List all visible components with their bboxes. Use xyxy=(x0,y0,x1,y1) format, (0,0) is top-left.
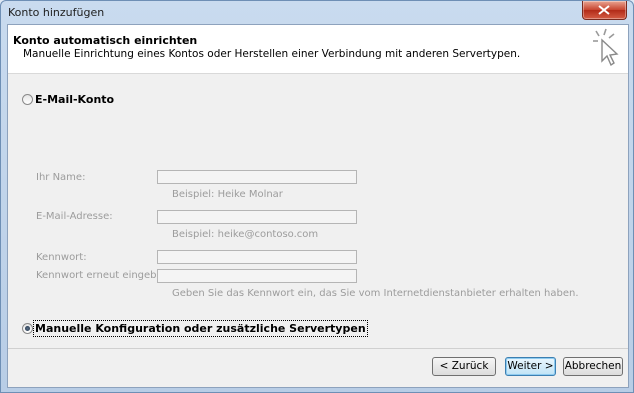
email-label: E-Mail-Adresse: xyxy=(36,211,113,222)
password-repeat-field[interactable] xyxy=(157,269,357,283)
email-account-radio[interactable] xyxy=(22,94,33,105)
button-bar: < Zurück Weiter > Abbrechen xyxy=(8,349,628,387)
wizard-header: Konto automatisch einrichten Manuelle Ei… xyxy=(8,25,628,74)
email-account-label[interactable]: E-Mail-Konto xyxy=(35,93,114,106)
close-button[interactable] xyxy=(582,1,627,20)
password-repeat-label: Kennwort erneut eingeben: xyxy=(36,270,173,281)
window-title: Konto hinzufügen xyxy=(8,6,105,19)
email-field[interactable] xyxy=(157,210,357,224)
password-field[interactable] xyxy=(157,250,357,264)
cursor-sparkle-icon xyxy=(593,28,619,67)
email-hint: Beispiel: heike@contoso.com xyxy=(172,229,319,240)
header-title: Konto automatisch einrichten xyxy=(13,34,198,47)
name-label: Ihr Name: xyxy=(36,172,86,183)
dialog-window: Konto hinzufügen Konto automatisch einri… xyxy=(0,0,634,393)
cancel-button[interactable]: Abbrechen xyxy=(563,357,623,376)
manual-config-radio[interactable] xyxy=(22,323,33,334)
name-field[interactable] xyxy=(157,170,357,184)
password-hint: Geben Sie das Kennwort ein, das Sie vom … xyxy=(172,288,579,299)
name-hint: Beispiel: Heike Molnar xyxy=(172,189,283,200)
header-subtitle: Manuelle Einrichtung eines Kontos oder H… xyxy=(23,48,521,60)
back-button[interactable]: < Zurück xyxy=(432,357,496,376)
title-bar[interactable]: Konto hinzufügen xyxy=(1,1,633,23)
wizard-body: E-Mail-Konto Ihr Name: Beispiel: Heike M… xyxy=(8,74,628,348)
next-button[interactable]: Weiter > xyxy=(505,357,556,376)
dialog-content: Konto automatisch einrichten Manuelle Ei… xyxy=(7,24,629,388)
close-icon xyxy=(598,5,610,15)
manual-config-label[interactable]: Manuelle Konfiguration oder zusätzliche … xyxy=(33,320,368,337)
password-label: Kennwort: xyxy=(36,252,87,263)
